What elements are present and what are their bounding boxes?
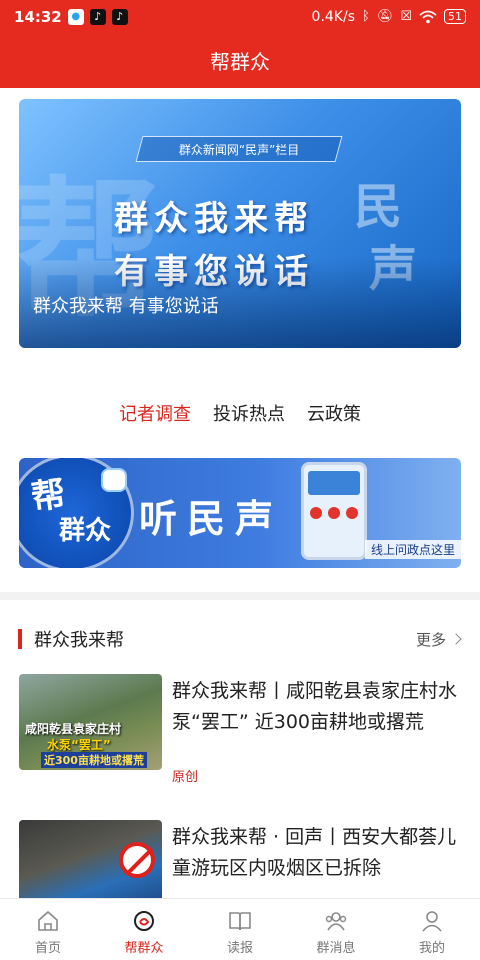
robot-icon	[101, 468, 127, 492]
news-title: 群众我来帮 · 回声丨西安大都荟儿童游玩区内吸烟区已拆除	[172, 826, 457, 879]
tab-reporter-investigation[interactable]: 记者调查	[119, 400, 191, 426]
tab-cloud-policy[interactable]: 云政策	[307, 400, 361, 426]
mute-icon: 🔕︎	[376, 9, 394, 24]
title-bar: 帮群众	[0, 33, 480, 88]
tab-label: 首页	[34, 941, 61, 956]
tab-read-newspaper[interactable]: 读报	[192, 899, 288, 960]
section-header: 群众我来帮 更多	[0, 624, 480, 654]
thumbnail-text: 近300亩耕地或撂荒	[41, 752, 147, 768]
no-smoking-sign-icon	[119, 842, 155, 878]
banner-slogan: 线上问政点这里	[365, 540, 461, 559]
hero-banner[interactable]: 帮 民 声 群众新闻网“民声”栏目 群众我来帮 有事您说话 群众我来帮 有事您说…	[19, 99, 461, 348]
tab-label: 我的	[418, 941, 445, 956]
status-right: 0.4K/s ᛒ 🔕︎ ☒ 51	[312, 9, 466, 25]
tab-label: 群消息	[316, 941, 356, 956]
bottom-tab-bar: 首页 帮群众 读报 群消息 我的	[0, 898, 480, 960]
page-title: 帮群众	[210, 50, 270, 74]
hero-caption: 群众我来帮 有事您说话	[33, 296, 219, 317]
bluetooth-icon: ᛒ	[362, 9, 370, 24]
section-divider	[0, 592, 480, 600]
hero-bg-char-right-top: 民	[354, 179, 403, 235]
wechat-icon	[67, 8, 84, 25]
tab-help-masses[interactable]: 帮群众	[96, 899, 192, 960]
tiktok-icon	[111, 8, 128, 25]
phone-screen-header	[308, 471, 360, 495]
section-title: 群众我来帮	[34, 630, 124, 651]
hero-column-tag: 群众新闻网“民声”栏目	[135, 136, 343, 162]
news-title: 群众我来帮丨咸阳乾县袁家庄村水泵“罢工” 近300亩耕地或撂荒	[172, 680, 458, 733]
user-icon	[422, 911, 442, 932]
chevron-right-icon	[450, 633, 462, 645]
thumbnail-text: 咸阳乾县袁家庄村	[25, 722, 122, 736]
net-speed: 0.4K/s	[311, 8, 356, 25]
banner-headline: 听民声	[139, 497, 284, 541]
banner-badge-bottom: 群众	[59, 516, 112, 546]
tab-label: 读报	[226, 941, 253, 956]
hero-tag-text: 群众新闻网“民声”栏目	[178, 142, 300, 157]
news-thumbnail: 咸阳乾县袁家庄村 水泵“罢工” 近300亩耕地或撂荒	[19, 674, 162, 770]
tab-label: 帮群众	[124, 941, 164, 956]
tab-group-messages[interactable]: 群消息	[288, 899, 384, 960]
original-badge: 原创	[172, 770, 199, 785]
tab-home[interactable]: 首页	[0, 899, 96, 960]
status-bar: 14:32 0.4K/s ᛒ 🔕︎ ☒ 51	[0, 0, 480, 33]
news-item[interactable]: 咸阳乾县袁家庄村 水泵“罢工” 近300亩耕地或撂荒 群众我来帮丨咸阳乾县袁家庄…	[0, 674, 480, 785]
tab-complaint-hotspots[interactable]: 投诉热点	[213, 400, 285, 426]
group-icon	[325, 912, 347, 931]
battery-icon: 51	[444, 9, 466, 24]
section-accent-bar	[18, 629, 22, 649]
phone-app-icons	[310, 507, 358, 519]
more-link[interactable]: 更多	[415, 629, 462, 650]
hero-headline-1: 群众我来帮	[114, 199, 314, 239]
online-petition-banner[interactable]: 帮 群众 听民声 线上问政点这里	[19, 458, 461, 568]
help-icon	[134, 911, 154, 931]
home-icon	[38, 911, 58, 931]
tab-mine[interactable]: 我的	[384, 899, 480, 960]
more-label: 更多	[415, 630, 446, 649]
category-tabs: 记者调查 投诉热点 云政策	[0, 400, 480, 426]
screen: 14:32 0.4K/s ᛒ 🔕︎ ☒ 51 帮群众 帮 民 声 群众新闻网“民…	[0, 0, 480, 960]
thumbnail-text: 水泵“罢工”	[47, 738, 111, 752]
book-icon	[229, 912, 251, 931]
status-time: 14:32	[14, 7, 62, 26]
wifi-icon	[419, 10, 437, 23]
tiktok-icon	[89, 8, 106, 25]
phone-illustration	[301, 462, 367, 560]
sim-off-icon: ☒	[400, 9, 412, 24]
